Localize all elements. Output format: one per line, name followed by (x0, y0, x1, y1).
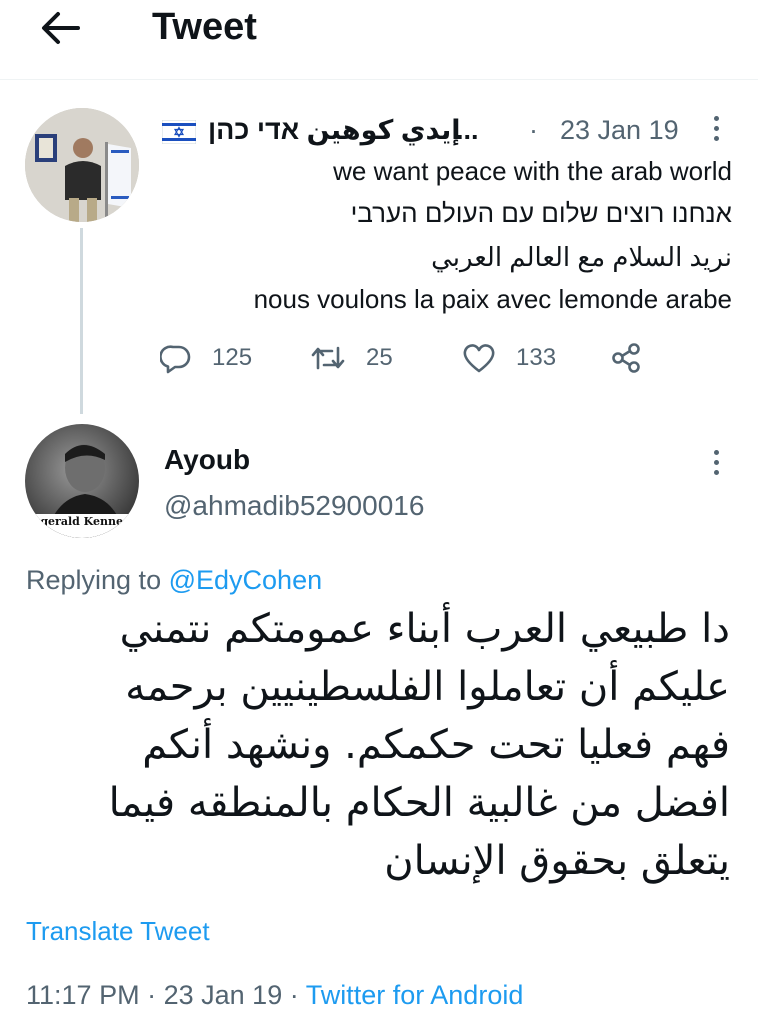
more-dot (713, 125, 719, 131)
tweet-text: دا طبيعي العرب أبناء عمومتكم نتمني عليكم… (10, 600, 730, 890)
separator-dot: · (529, 115, 538, 145)
replying-to: Replying to @EdyCohen (26, 562, 322, 598)
reply-count: 125 (212, 344, 253, 371)
page-title: Tweet (152, 6, 257, 48)
avatar-caption: tzgerald Kenned (29, 515, 131, 528)
parent-more-button[interactable] (706, 110, 726, 146)
heart-icon (463, 344, 495, 373)
reply-icon (160, 345, 191, 374)
author-name[interactable]: Ayoub (164, 442, 250, 478)
reply-button[interactable]: 125 (160, 338, 252, 378)
share-button[interactable] (610, 338, 644, 378)
israel-flag-icon (162, 120, 196, 144)
like-count: 133 (516, 344, 557, 371)
meta-separator: · (289, 980, 299, 1010)
tweet-source-link[interactable]: Twitter for Android (306, 980, 524, 1010)
parent-tweet-text-line: nous voulons la paix avec lemonde arabe (253, 284, 732, 314)
tweet-date[interactable]: 23 Jan 19 (164, 980, 283, 1010)
more-dot (713, 459, 719, 465)
tweet-more-button[interactable] (706, 444, 726, 480)
back-button[interactable] (38, 8, 82, 48)
replying-prefix: Replying to (26, 565, 162, 595)
parent-tweet-header: إيدي كوهين אדי כהן ... · 23 Jan 19 (162, 110, 732, 150)
top-bar: Tweet (0, 0, 758, 80)
replying-to-link[interactable]: @EdyCohen (169, 565, 323, 595)
tweet-metadata: 11:17 PM · 23 Jan 19 · Twitter for Andro… (26, 977, 523, 1013)
like-button[interactable]: 133 (462, 338, 556, 378)
tweet-text-line: يتعلق بحقوق الإنسان (384, 838, 730, 884)
parent-author-avatar[interactable] (25, 108, 139, 222)
share-icon (612, 343, 640, 373)
tweet-text-line: دا طبيعي العرب أبناء عمومتكم نتمني (119, 606, 730, 652)
parent-tweet-text-line: we want peace with the arab world (333, 156, 732, 186)
tweet-time[interactable]: 11:17 PM (26, 980, 140, 1010)
parent-tweet-text-line: نريد السلام مع العالم العربي (431, 242, 732, 272)
parent-action-bar: 125 25 133 (160, 338, 660, 378)
author-avatar[interactable]: tzgerald Kenned (25, 424, 139, 538)
parent-tweet-text-line: אנחנו רוצים שלום עם העולם הערבי (350, 198, 732, 228)
meta-separator: · (147, 980, 157, 1010)
more-dots-icon (713, 449, 719, 455)
tweet-text-line: فهم فعليا تحت حكمكم. ونشهد أنكم (142, 722, 730, 768)
more-dot (713, 135, 719, 141)
retweet-count: 25 (366, 344, 393, 371)
parent-tweet-date[interactable]: 23 Jan 19 (560, 112, 679, 148)
more-dot (713, 469, 719, 475)
parent-author-name[interactable]: إيدي كوهين אדי כהן (208, 112, 461, 148)
translate-tweet-link[interactable]: Translate Tweet (26, 914, 210, 948)
arrow-left-icon (42, 12, 80, 44)
name-ellipsis: ... (456, 115, 479, 145)
thread-line (80, 228, 83, 414)
tweet-text-line: عليكم أن تعاملوا الفلسطينيين برحمه (125, 664, 730, 710)
retweet-icon (311, 346, 345, 370)
tweet-text-line: افضل من غالبية الحكام بالمنطقه فيما (108, 780, 730, 826)
more-dots-icon (713, 115, 719, 121)
author-handle[interactable]: @ahmadib52900016 (164, 488, 424, 524)
retweet-button[interactable]: 25 (310, 338, 393, 378)
